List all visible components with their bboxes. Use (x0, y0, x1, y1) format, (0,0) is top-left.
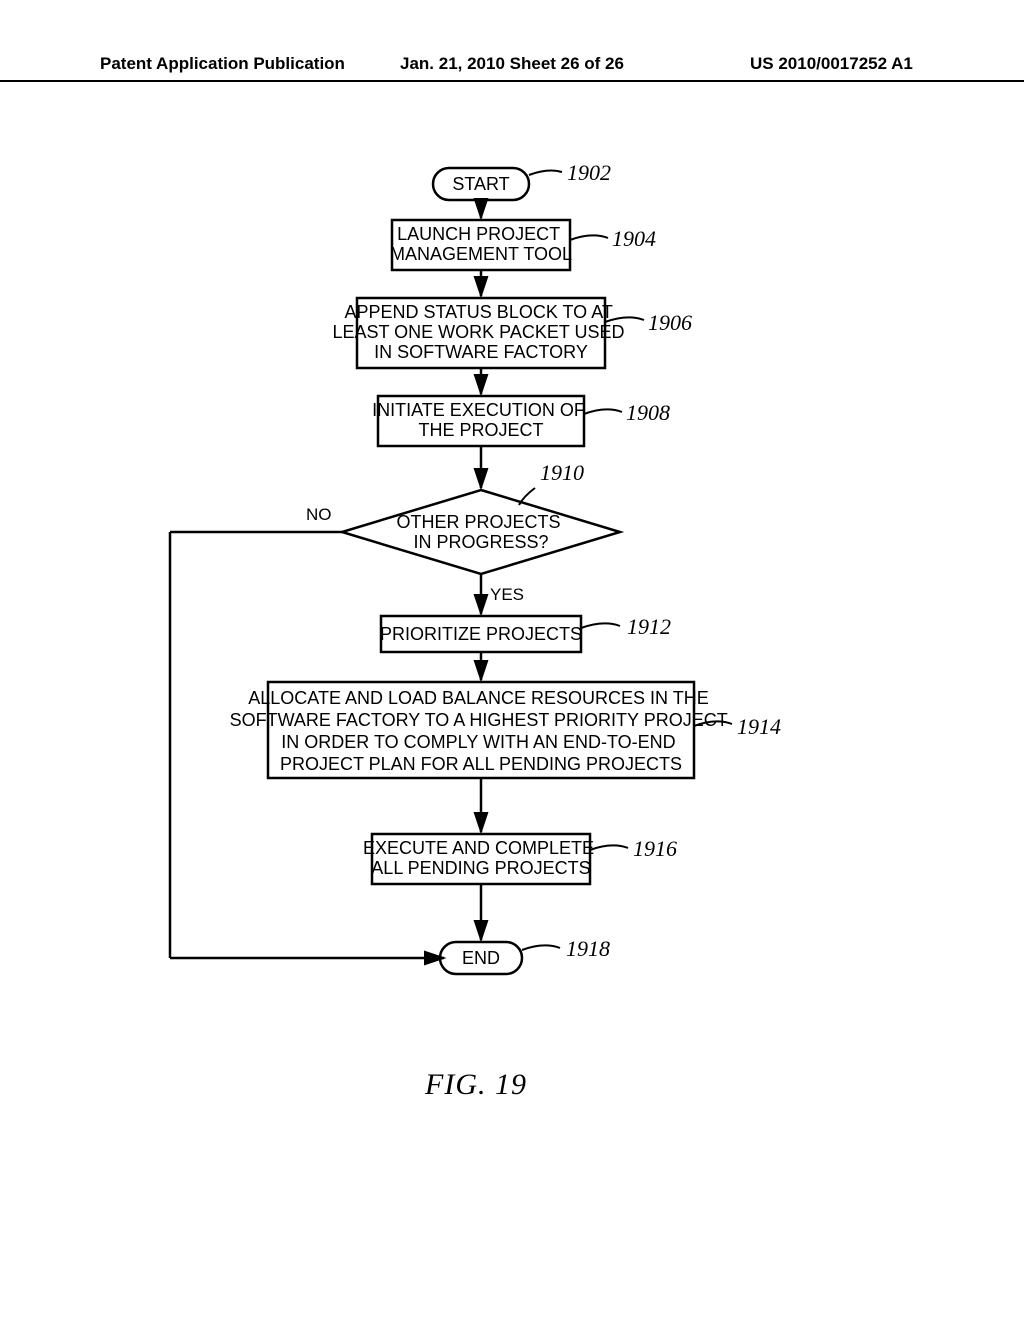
decision-l2: IN PROGRESS? (413, 532, 548, 552)
figure-caption: FIG. 19 (425, 1068, 527, 1102)
decision-l1: OTHER PROJECTS (396, 512, 560, 532)
append-l1: APPEND STATUS BLOCK TO AT (344, 302, 612, 322)
label-1902: 1902 (567, 160, 611, 185)
decision-node: OTHER PROJECTS IN PROGRESS? (342, 490, 620, 574)
start-node: START (433, 168, 529, 200)
svg-text:ALLOCATE AND LOAD BALANCE RESO: ALLOCATE AND LOAD BALANCE RESOURCES IN T… (230, 688, 733, 774)
append-l2: LEAST ONE WORK PACKET USED (332, 322, 624, 342)
execute-l2: ALL PENDING PROJECTS (371, 858, 590, 878)
label-1910: 1910 (540, 460, 584, 485)
initiate-l1: INITIATE EXECUTION OF (372, 400, 585, 420)
label-1904: 1904 (612, 226, 656, 251)
prioritize-text: PRIORITIZE PROJECTS (380, 624, 582, 644)
svg-text:APPEND STATUS BLOCK TO AT: APPEND STATUS BLOCK TO AT LEAST ONE WORK… (332, 302, 629, 362)
branch-yes: YES (490, 585, 524, 604)
label-1914: 1914 (737, 714, 781, 739)
label-1918: 1918 (566, 936, 610, 961)
label-1906: 1906 (648, 310, 692, 335)
allocate-node: ALLOCATE AND LOAD BALANCE RESOURCES IN T… (230, 682, 733, 778)
allocate-l1: ALLOCATE AND LOAD BALANCE RESOURCES IN T… (248, 688, 708, 708)
branch-no: NO (306, 505, 332, 524)
svg-text:OTHER PROJECTS IN PROGRE: OTHER PROJECTS IN PROGRESS? (396, 512, 565, 552)
execute-l1: EXECUTE AND COMPLETE (363, 838, 594, 858)
label-1912: 1912 (627, 614, 671, 639)
initiate-node: INITIATE EXECUTION OF THE PROJECT (372, 396, 590, 446)
allocate-l3: IN ORDER TO COMPLY WITH AN END-TO-END (281, 732, 675, 752)
launch-l2: MANAGEMENT TOOL (390, 244, 572, 264)
svg-text:LAUNCH PROJECT MANAGEMEN: LAUNCH PROJECT MANAGEMENT TOOL (390, 224, 572, 264)
allocate-l4: PROJECT PLAN FOR ALL PENDING PROJECTS (280, 754, 682, 774)
prioritize-node: PRIORITIZE PROJECTS (380, 616, 582, 652)
flowchart: START 1902 LAUNCH PROJECT MANAGEMENT TOO… (0, 0, 1024, 1320)
label-1908: 1908 (626, 400, 670, 425)
end-node: END (440, 942, 522, 974)
execute-node: EXECUTE AND COMPLETE ALL PENDING PROJECT… (363, 834, 599, 884)
svg-text:EXECUTE AND COMPLETE ALL: EXECUTE AND COMPLETE ALL PENDING PROJECT… (363, 838, 599, 878)
launch-l1: LAUNCH PROJECT (397, 224, 560, 244)
allocate-l2: SOFTWARE FACTORY TO A HIGHEST PRIORITY P… (230, 710, 728, 730)
append-l3: IN SOFTWARE FACTORY (374, 342, 588, 362)
append-node: APPEND STATUS BLOCK TO AT LEAST ONE WORK… (332, 298, 629, 368)
launch-node: LAUNCH PROJECT MANAGEMENT TOOL (390, 220, 572, 270)
end-text: END (462, 948, 500, 968)
start-text: START (452, 174, 509, 194)
initiate-l2: THE PROJECT (418, 420, 543, 440)
label-1916: 1916 (633, 836, 677, 861)
svg-text:INITIATE EXECUTION OF TH: INITIATE EXECUTION OF THE PROJECT (372, 400, 590, 440)
